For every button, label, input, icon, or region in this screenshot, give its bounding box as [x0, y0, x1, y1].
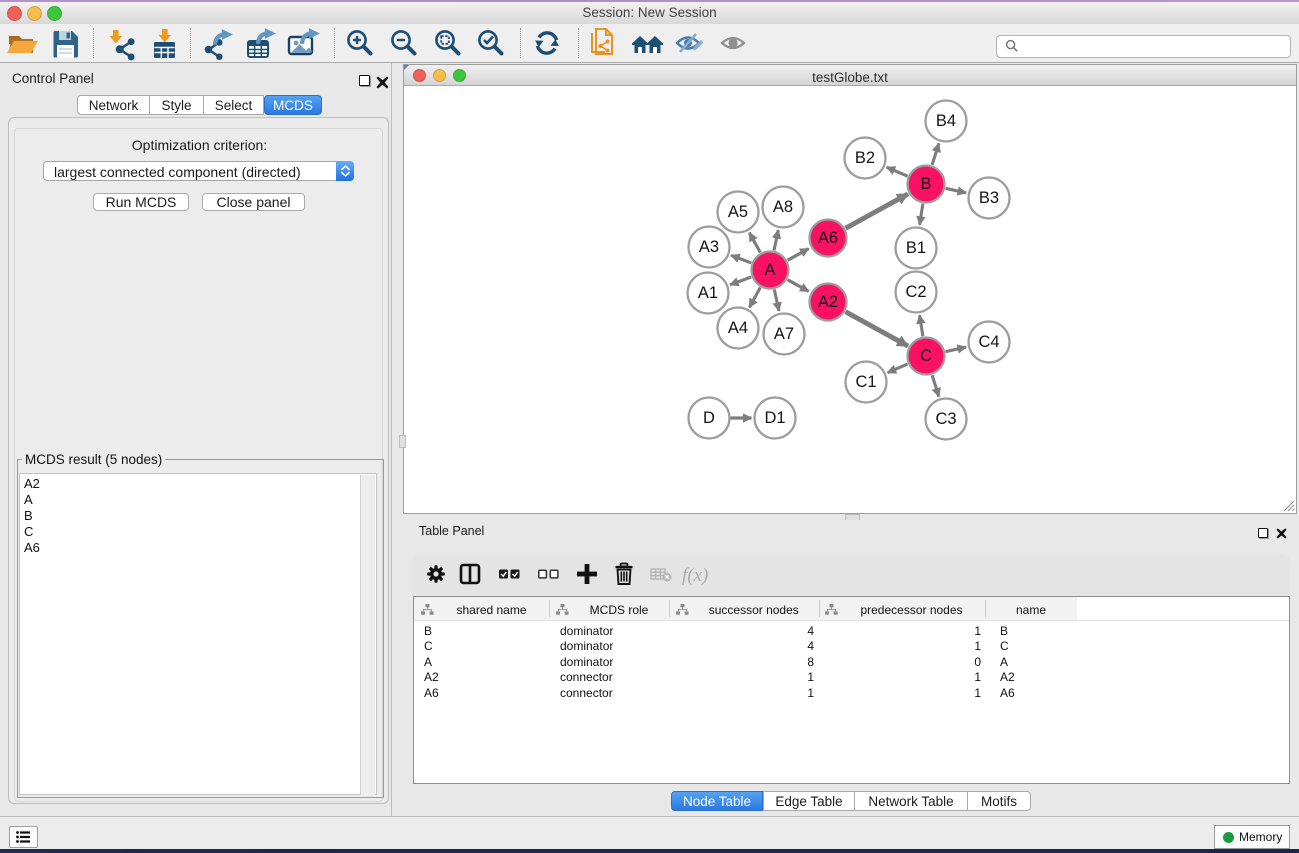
svg-text:C4: C4 [978, 333, 999, 351]
svg-text:A3: A3 [699, 238, 719, 256]
svg-text:A5: A5 [728, 203, 748, 221]
svg-text:D: D [703, 409, 715, 427]
svg-text:A6: A6 [818, 229, 838, 247]
svg-text:B3: B3 [979, 189, 999, 207]
svg-text:A4: A4 [728, 319, 748, 337]
svg-text:A8: A8 [773, 198, 793, 216]
svg-text:B2: B2 [855, 149, 875, 167]
svg-text:C3: C3 [935, 410, 956, 428]
svg-text:D1: D1 [764, 409, 785, 427]
svg-text:C: C [920, 347, 932, 365]
svg-text:A1: A1 [698, 284, 718, 302]
svg-text:B: B [920, 175, 931, 193]
svg-text:B1: B1 [906, 239, 926, 257]
svg-text:C2: C2 [905, 283, 926, 301]
svg-text:C1: C1 [855, 373, 876, 391]
svg-text:A7: A7 [774, 325, 794, 343]
svg-text:A2: A2 [818, 293, 838, 311]
svg-text:B4: B4 [936, 112, 956, 130]
svg-text:f(x): f(x) [682, 565, 708, 586]
svg-text:A: A [764, 261, 775, 279]
